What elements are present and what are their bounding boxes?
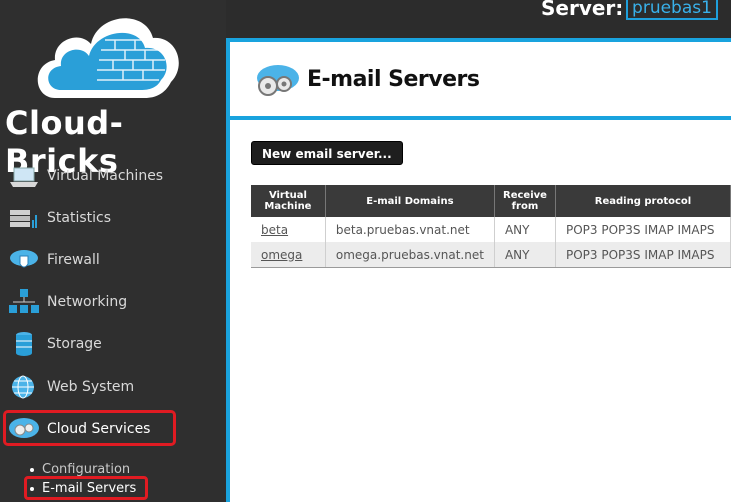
protocol-cell: POP3 POP3S IMAP IMAPS (555, 217, 731, 242)
sidebar-item-label: Storage (47, 336, 102, 352)
page-header: E-mail Servers (230, 42, 731, 116)
sidebar-item-label: Networking (47, 294, 128, 310)
cloud-services-highlight (3, 410, 176, 446)
sidebar-item-web-system[interactable]: Web System (0, 367, 226, 407)
main-panel: E-mail Servers New email server... Virtu… (226, 38, 731, 502)
bullet-icon (30, 467, 34, 472)
receive-cell: ANY (494, 242, 557, 268)
sidebar-item-networking[interactable]: Networking (0, 282, 226, 322)
sidebar-item-label: Web System (47, 379, 135, 395)
sidebar-item-statistics[interactable]: Statistics (0, 198, 226, 238)
laptop-icon (10, 167, 38, 187)
email-servers-highlight (24, 476, 148, 500)
sidebar-item-firewall[interactable]: Firewall (0, 240, 226, 280)
subitem-label: Configuration (42, 462, 131, 477)
server-stats-icon (10, 210, 37, 228)
sidebar-item-virtual-machines[interactable]: Virtual Machines (0, 156, 226, 196)
sidebar-item-storage[interactable]: Storage (0, 324, 226, 364)
domain-cell: omega.pruebas.vnat.net (325, 242, 495, 268)
database-icon (16, 332, 32, 356)
cloud-gears-icon (257, 65, 299, 96)
protocol-cell: POP3 POP3S IMAP IMAPS (555, 242, 731, 268)
table-row: beta beta.pruebas.vnat.net ANY POP3 POP3… (251, 217, 731, 242)
subitem-configuration[interactable]: Configuration (30, 462, 130, 477)
domain-cell: beta.pruebas.vnat.net (325, 217, 495, 242)
table-row: omega omega.pruebas.vnat.net ANY POP3 PO… (251, 242, 731, 268)
page-content: New email server... Virtual Machine E-ma… (230, 120, 731, 502)
page-title: E-mail Servers (307, 67, 480, 92)
server-selector[interactable]: pruebas1 (626, 0, 718, 20)
sidebar-item-label: Firewall (47, 252, 100, 268)
vm-link[interactable]: omega (261, 248, 302, 262)
new-email-server-button[interactable]: New email server... (251, 141, 403, 165)
vm-link[interactable]: beta (261, 223, 288, 237)
column-header[interactable]: Virtual Machine (251, 185, 326, 217)
email-servers-table: Virtual Machine E-mail Domains Receive f… (251, 185, 731, 268)
column-header[interactable]: Reading protocol (555, 185, 731, 217)
cloud-bricks-logo-icon (37, 18, 179, 99)
column-header[interactable]: Receive from (494, 185, 557, 217)
shield-cloud-icon (10, 250, 38, 268)
sidebar: Cloud-Bricks Virtual Machines Statistics… (0, 0, 226, 502)
sidebar-item-label: Statistics (47, 210, 111, 226)
sidebar-item-label: Virtual Machines (47, 168, 164, 184)
server-label: Server: (541, 0, 624, 20)
network-icon (9, 289, 39, 313)
globe-icon (12, 375, 34, 399)
receive-cell: ANY (494, 217, 557, 242)
column-header[interactable]: E-mail Domains (325, 185, 495, 217)
